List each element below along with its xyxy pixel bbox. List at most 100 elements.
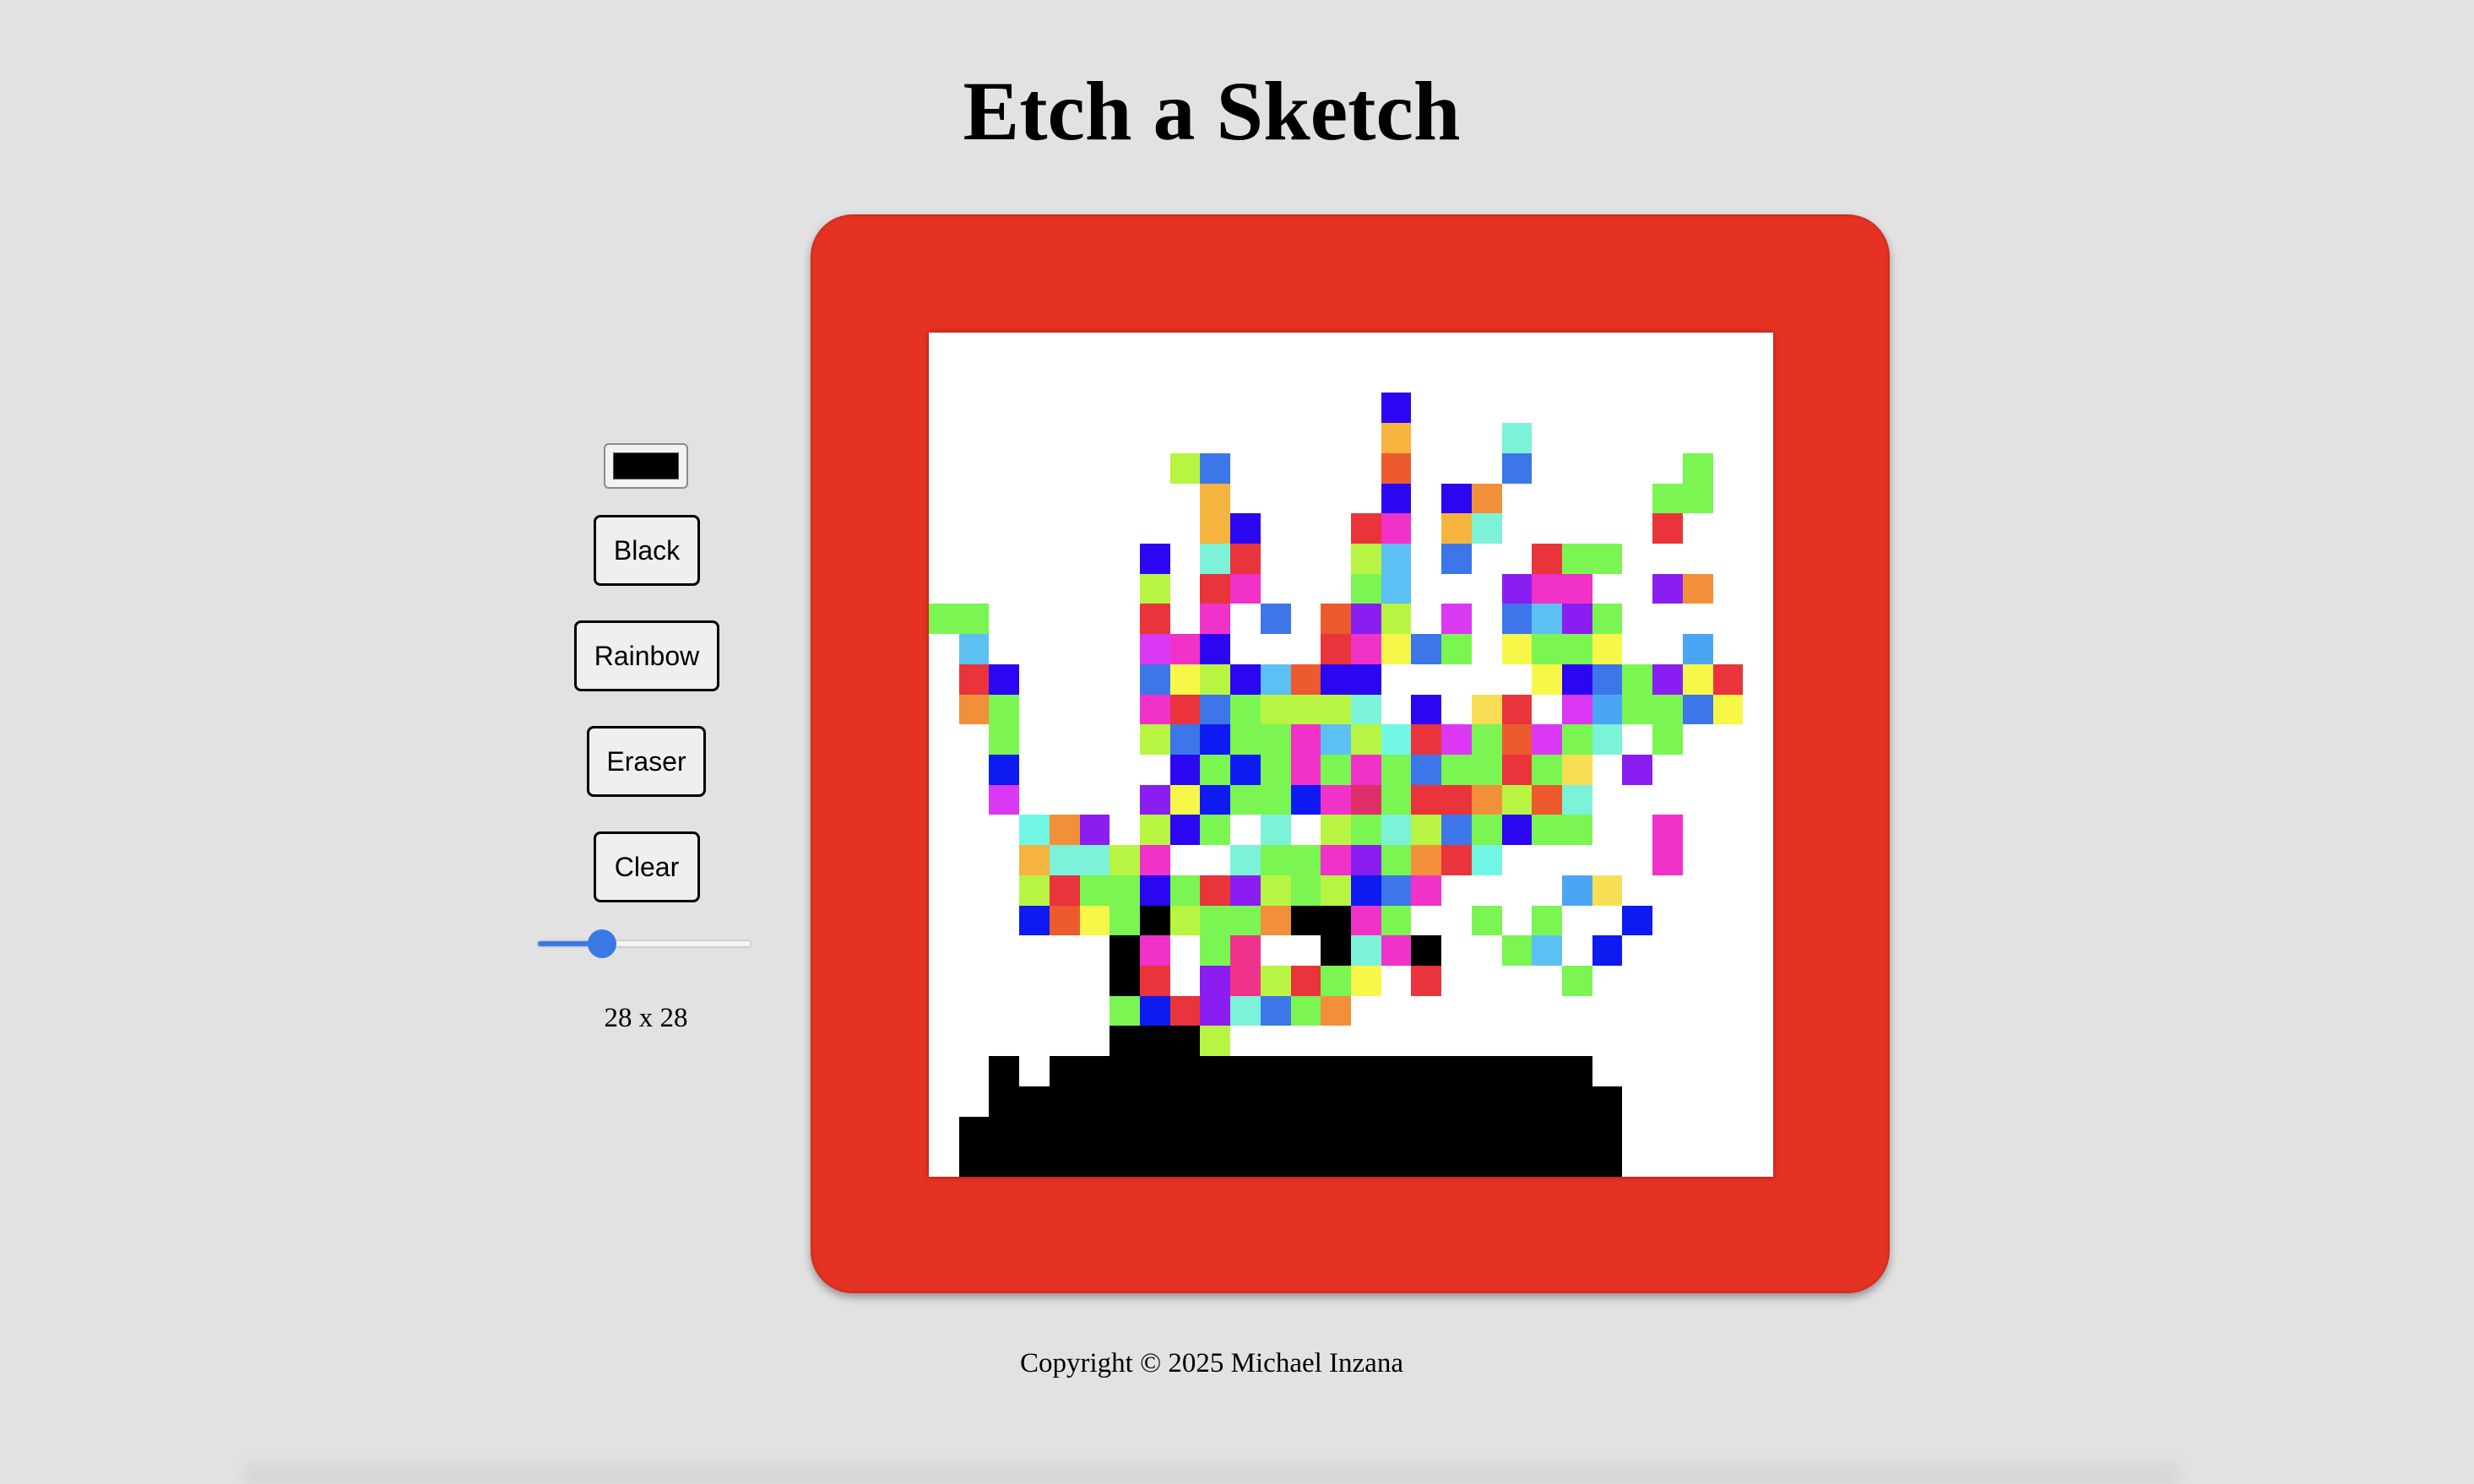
- grid-cell[interactable]: [1622, 724, 1652, 755]
- grid-cell[interactable]: [929, 755, 959, 785]
- grid-cell[interactable]: [1441, 724, 1472, 755]
- grid-cell[interactable]: [1622, 393, 1652, 423]
- grid-cell[interactable]: [1230, 513, 1261, 544]
- grid-cell[interactable]: [1501, 634, 1533, 664]
- grid-cell[interactable]: [989, 755, 1020, 785]
- grid-cell[interactable]: [959, 423, 990, 453]
- grid-cell[interactable]: [1140, 573, 1170, 604]
- grid-cell[interactable]: [1381, 363, 1412, 393]
- black-button[interactable]: Black: [594, 515, 700, 586]
- grid-cell[interactable]: [1381, 905, 1412, 936]
- grid-cell[interactable]: [1050, 363, 1080, 393]
- grid-cell[interactable]: [1441, 483, 1472, 514]
- grid-cell[interactable]: [1381, 1086, 1412, 1117]
- grid-cell[interactable]: [1472, 453, 1502, 484]
- grid-cell[interactable]: [1019, 905, 1050, 936]
- grid-cell[interactable]: [1321, 935, 1351, 966]
- grid-cell[interactable]: [1622, 1146, 1652, 1177]
- grid-cell[interactable]: [1200, 966, 1231, 996]
- grid-cell[interactable]: [1080, 935, 1110, 966]
- grid-cell[interactable]: [929, 453, 959, 484]
- grid-cell[interactable]: [1261, 634, 1291, 664]
- grid-cell[interactable]: [1713, 1146, 1744, 1177]
- grid-cell[interactable]: [1140, 1086, 1170, 1117]
- grid-cell[interactable]: [1743, 664, 1773, 695]
- grid-cell[interactable]: [1169, 784, 1201, 815]
- grid-cell[interactable]: [1080, 724, 1110, 755]
- grid-cell[interactable]: [1532, 966, 1562, 996]
- grid-cell[interactable]: [1019, 1116, 1050, 1147]
- grid-cell[interactable]: [958, 1116, 990, 1147]
- grid-cell[interactable]: [1683, 1026, 1713, 1056]
- grid-cell[interactable]: [1713, 875, 1744, 906]
- grid-cell[interactable]: [1562, 453, 1592, 484]
- grid-cell[interactable]: [1290, 1086, 1321, 1117]
- grid-cell[interactable]: [1140, 333, 1170, 363]
- grid-cell[interactable]: [1290, 875, 1321, 906]
- grid-cell[interactable]: [1592, 906, 1623, 936]
- grid-cell[interactable]: [1381, 604, 1412, 635]
- grid-cell[interactable]: [989, 1116, 1020, 1147]
- grid-cell[interactable]: [1562, 604, 1592, 635]
- grid-cell[interactable]: [1592, 484, 1623, 514]
- grid-cell[interactable]: [1411, 784, 1442, 815]
- grid-cell[interactable]: [1592, 1086, 1623, 1117]
- grid-cell[interactable]: [1019, 724, 1050, 755]
- grid-cell[interactable]: [1169, 452, 1201, 484]
- grid-cell[interactable]: [1290, 694, 1321, 725]
- grid-cell[interactable]: [1683, 604, 1713, 634]
- grid-cell[interactable]: [1110, 966, 1140, 996]
- grid-cell[interactable]: [1441, 755, 1472, 785]
- grid-cell[interactable]: [1230, 724, 1261, 755]
- grid-cell[interactable]: [1050, 785, 1080, 815]
- grid-cell[interactable]: [1351, 484, 1381, 514]
- grid-cell[interactable]: [1260, 784, 1291, 815]
- grid-cell[interactable]: [1592, 755, 1623, 785]
- grid-cell[interactable]: [989, 544, 1019, 574]
- grid-cell[interactable]: [1502, 513, 1533, 544]
- grid-cell[interactable]: [1562, 906, 1592, 936]
- grid-cell[interactable]: [1080, 333, 1110, 363]
- grid-cell[interactable]: [1441, 906, 1472, 936]
- grid-cell[interactable]: [1230, 1116, 1261, 1147]
- grid-cell[interactable]: [1532, 1056, 1562, 1086]
- grid-cell[interactable]: [1019, 363, 1050, 393]
- grid-cell[interactable]: [1652, 604, 1683, 634]
- grid-cell[interactable]: [1471, 1146, 1502, 1177]
- grid-cell[interactable]: [1532, 544, 1562, 574]
- grid-cell[interactable]: [1562, 573, 1592, 604]
- grid-cell[interactable]: [1532, 333, 1562, 363]
- grid-cell[interactable]: [1502, 875, 1533, 906]
- grid-cell[interactable]: [1592, 604, 1623, 635]
- grid-cell[interactable]: [1050, 634, 1080, 664]
- grid-cell[interactable]: [1110, 845, 1140, 875]
- grid-cell[interactable]: [1381, 784, 1412, 815]
- grid-cell[interactable]: [1532, 423, 1562, 453]
- grid-cell[interactable]: [1140, 544, 1170, 574]
- grid-cell[interactable]: [1321, 574, 1351, 604]
- grid-cell[interactable]: [1290, 905, 1321, 936]
- grid-cell[interactable]: [1683, 724, 1713, 755]
- grid-cell[interactable]: [989, 1086, 1020, 1117]
- grid-cell[interactable]: [1532, 905, 1562, 936]
- grid-cell[interactable]: [959, 935, 990, 966]
- grid-cell[interactable]: [1562, 1026, 1592, 1056]
- grid-cell[interactable]: [1562, 363, 1592, 393]
- grid-cell[interactable]: [1230, 845, 1261, 875]
- grid-cell[interactable]: [1019, 1026, 1050, 1056]
- grid-cell[interactable]: [1019, 996, 1050, 1026]
- grid-cell[interactable]: [1140, 935, 1170, 966]
- grid-cell[interactable]: [1622, 694, 1653, 725]
- grid-cell[interactable]: [1411, 604, 1441, 634]
- grid-cell[interactable]: [1713, 785, 1744, 815]
- grid-cell[interactable]: [1743, 1117, 1773, 1147]
- grid-cell[interactable]: [1200, 634, 1231, 664]
- grid-cell[interactable]: [1622, 785, 1652, 815]
- grid-cell[interactable]: [1050, 966, 1080, 996]
- grid-cell[interactable]: [989, 1146, 1020, 1177]
- grid-cell[interactable]: [1050, 1026, 1080, 1056]
- grid-cell[interactable]: [1170, 544, 1201, 574]
- grid-cell[interactable]: [1019, 755, 1050, 785]
- grid-cell[interactable]: [1321, 1026, 1351, 1056]
- grid-cell[interactable]: [1110, 664, 1140, 695]
